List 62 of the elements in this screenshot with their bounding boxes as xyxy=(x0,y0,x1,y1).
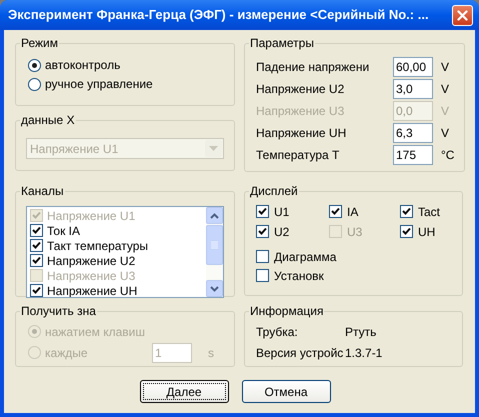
unit-label: V xyxy=(441,59,450,76)
checkbox[interactable] xyxy=(30,284,43,297)
group-title: Каналы xyxy=(20,184,65,198)
window-title: Эксперимент Франка-Герца (ЭФГ) - измерение <Серийный No.: ... xyxy=(8,6,430,24)
dialog-button[interactable]: Далее xyxy=(140,380,228,403)
info-value: 1.3.7-1 xyxy=(345,345,382,362)
group-title: Информация xyxy=(249,304,324,318)
checkbox[interactable] xyxy=(256,225,269,238)
list-item[interactable]: Такт температуры xyxy=(47,236,148,254)
value-field[interactable]: 6,3 xyxy=(393,123,433,143)
unit-label: V xyxy=(441,81,450,98)
group-title: Режим xyxy=(20,36,59,50)
checkbox[interactable] xyxy=(400,225,413,238)
checkbox[interactable] xyxy=(256,205,269,218)
checkbox-label[interactable]: U2 xyxy=(274,222,290,240)
radio-label[interactable]: автоконтроль xyxy=(45,56,120,74)
close-button[interactable] xyxy=(452,4,473,26)
value-field[interactable]: 3,0 xyxy=(393,79,433,99)
unit-label: V xyxy=(441,125,450,142)
scroll-up-icon[interactable] xyxy=(206,207,223,224)
scroll-down-icon[interactable] xyxy=(206,280,223,297)
checkbox[interactable] xyxy=(400,205,413,218)
dialog-button[interactable]: Отмена xyxy=(242,380,330,403)
value-field[interactable]: 60,00 xyxy=(393,57,433,77)
checkbox-label[interactable]: U1 xyxy=(274,202,290,220)
checkbox[interactable] xyxy=(256,269,269,282)
checkbox[interactable] xyxy=(30,239,43,252)
value-field[interactable]: 175 xyxy=(393,145,433,165)
field-label: Напряжение UH xyxy=(256,125,348,142)
checkbox-label[interactable]: Диаграмма xyxy=(274,248,336,266)
checkbox-label[interactable]: UH xyxy=(418,222,436,240)
scroll-thumb[interactable] xyxy=(206,225,223,265)
group-title: данные X xyxy=(20,113,76,127)
checkbox[interactable] xyxy=(30,254,43,267)
field-label: Напряжение U3 xyxy=(256,103,346,120)
list-item[interactable]: Ток IA xyxy=(47,222,80,240)
group-title: Получить зна xyxy=(20,304,97,318)
radio-button[interactable] xyxy=(28,78,41,90)
list-item[interactable]: Напряжение U2 xyxy=(47,252,136,270)
unit-label: s xyxy=(208,344,214,362)
checkbox[interactable] xyxy=(30,224,43,237)
unit-label: V xyxy=(441,103,450,120)
checkbox[interactable] xyxy=(256,250,269,263)
radio-label[interactable]: ручное управление xyxy=(45,75,153,93)
unit-label: °C xyxy=(441,147,454,164)
group-title: Параметры xyxy=(249,36,315,50)
scrollbar[interactable] xyxy=(206,207,223,297)
field-label: Напряжение U2 xyxy=(256,81,346,98)
group-title: Дисплей xyxy=(249,184,299,198)
info-label: Версия устройс xyxy=(256,345,344,362)
checkbox[interactable] xyxy=(329,205,342,218)
checkbox-label[interactable]: IA xyxy=(347,202,358,220)
field-label: Температура T xyxy=(256,147,340,164)
field-label: Падение напряжени xyxy=(256,59,370,76)
info-label: Трубка: xyxy=(256,324,299,341)
list-item[interactable]: Напряжение UH xyxy=(47,282,138,297)
radio-button[interactable] xyxy=(28,58,41,72)
dropdown-value: Напряжение U1 xyxy=(30,140,118,158)
checkbox-label[interactable]: Установк xyxy=(274,266,324,284)
close-icon xyxy=(457,10,468,20)
checkbox-label[interactable]: Tact xyxy=(418,202,440,220)
info-value: Ртуть xyxy=(345,324,376,341)
